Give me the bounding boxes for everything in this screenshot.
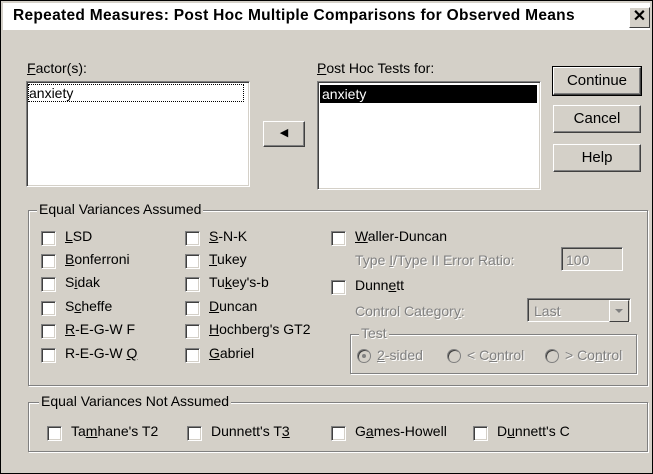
regwq-checkbox[interactable] <box>41 348 56 363</box>
posthoc-tests-list[interactable]: anxiety <box>317 81 541 190</box>
chevron-down-icon[interactable] <box>609 300 629 322</box>
duncan-label: Duncan <box>209 298 258 314</box>
tukeys-b-label: Tukey's-b <box>209 274 269 290</box>
waller-duncan-label: Waller-Duncan <box>355 228 448 244</box>
tukey-label: Tukey <box>209 251 247 267</box>
tamhane-t2-label: Tamhane's T2 <box>71 423 159 439</box>
left-arrow-icon: ◀ <box>279 127 289 139</box>
waller-duncan-checkbox[interactable] <box>331 231 346 246</box>
dunnett-c-checkbox[interactable] <box>473 426 488 441</box>
greater-than-control-label: > Control <box>565 347 623 363</box>
dunnett-label: Dunnett <box>355 277 405 293</box>
duncan-checkbox[interactable] <box>185 301 200 316</box>
lsd-label: LSD <box>65 228 93 244</box>
factors-list-item[interactable]: anxiety <box>28 84 244 102</box>
factors-label: Factor(s): <box>27 60 87 76</box>
control-category-value: Last <box>534 303 561 319</box>
factors-list[interactable]: anxiety <box>26 81 250 187</box>
gabriel-label: Gabriel <box>209 345 255 361</box>
regwf-label: R-E-G-W F <box>65 321 135 337</box>
scheffe-checkbox[interactable] <box>41 301 56 316</box>
regwq-label: R-E-G-W Q <box>65 345 138 361</box>
dunnett-checkbox[interactable] <box>331 280 346 295</box>
move-variable-button[interactable]: ◀ <box>263 121 305 147</box>
close-button[interactable]: ✕ <box>629 7 650 28</box>
lsd-checkbox[interactable] <box>41 231 56 246</box>
less-than-control-label: < Control <box>467 347 525 363</box>
cancel-button[interactable]: Cancel <box>553 105 641 133</box>
tamhane-t2-checkbox[interactable] <box>47 426 62 441</box>
hochberg-label: Hochberg's GT2 <box>209 321 311 337</box>
greater-than-control-radio[interactable] <box>545 349 559 363</box>
posthoc-tests-label: Post Hoc Tests for: <box>317 60 435 76</box>
sidak-label: Sidak <box>65 274 101 290</box>
games-howell-label: Games-Howell <box>355 423 447 439</box>
two-sided-radio[interactable] <box>357 349 371 363</box>
regwf-checkbox[interactable] <box>41 324 56 339</box>
title-bar: Repeated Measures: Post Hoc Multiple Com… <box>3 3 650 30</box>
window-title: Repeated Measures: Post Hoc Multiple Com… <box>13 7 575 24</box>
hochberg-checkbox[interactable] <box>185 324 200 339</box>
dunnett-t3-checkbox[interactable] <box>187 426 202 441</box>
control-category-select[interactable]: Last <box>527 298 631 322</box>
sidak-checkbox[interactable] <box>41 277 56 292</box>
error-ratio-label: Type I/Type II Error Ratio: <box>355 252 515 268</box>
equal-variances-assumed-title: Equal Variances Assumed <box>37 201 204 217</box>
tukeys-b-checkbox[interactable] <box>185 277 200 292</box>
dunnett-c-label: Dunnett's C <box>497 423 570 439</box>
error-ratio-input[interactable]: 100 <box>561 247 623 271</box>
snk-checkbox[interactable] <box>185 231 200 246</box>
bonferroni-checkbox[interactable] <box>41 254 56 269</box>
help-button[interactable]: Help <box>553 144 641 172</box>
control-category-label: Control Category: <box>355 303 465 319</box>
games-howell-checkbox[interactable] <box>331 426 346 441</box>
posthoc-tests-list-item[interactable]: anxiety <box>320 85 537 103</box>
bonferroni-label: Bonferroni <box>65 251 130 267</box>
tukey-checkbox[interactable] <box>185 254 200 269</box>
dialog-window: Repeated Measures: Post Hoc Multiple Com… <box>0 0 653 474</box>
snk-label: S-N-K <box>209 228 248 244</box>
test-group-title: Test <box>359 325 389 341</box>
equal-variances-not-assumed-title: Equal Variances Not Assumed <box>39 393 232 409</box>
less-than-control-radio[interactable] <box>447 349 461 363</box>
continue-button[interactable]: Continue <box>552 66 642 96</box>
scheffe-label: Scheffe <box>65 298 113 314</box>
dunnett-t3-label: Dunnett's T3 <box>211 423 290 439</box>
two-sided-label: 2-sided <box>377 347 423 363</box>
gabriel-checkbox[interactable] <box>185 348 200 363</box>
